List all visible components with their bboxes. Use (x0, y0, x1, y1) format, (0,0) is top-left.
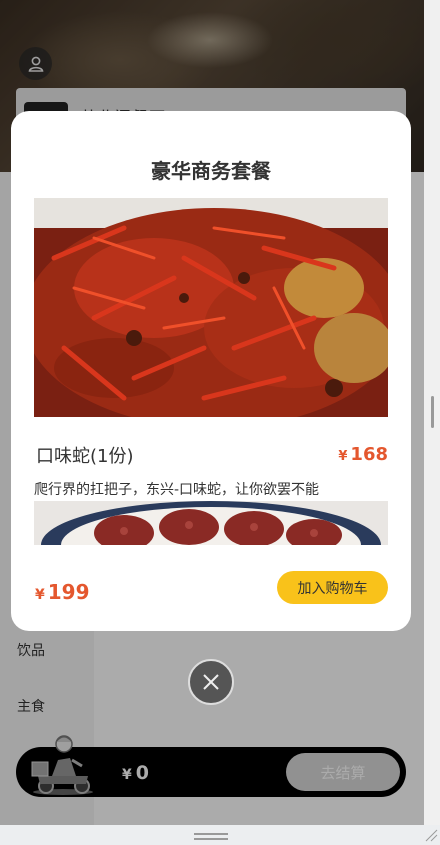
item-price-value: 168 (350, 444, 388, 465)
package-price-currency: ¥ (35, 587, 45, 603)
scrollbar-thumb[interactable] (431, 396, 434, 428)
item-price-currency: ¥ (338, 449, 348, 464)
resize-grip-line (194, 838, 228, 840)
item-description: 爬行界的扛把子，东兴-口味蛇，让你欲罢不能 (34, 482, 320, 498)
dish-image (34, 198, 388, 417)
add-to-cart-button[interactable]: 加入购物车 (277, 571, 388, 604)
resize-grip[interactable] (194, 833, 228, 835)
next-dish-image (34, 501, 388, 545)
close-modal-button[interactable] (188, 659, 234, 705)
package-price: ¥199 (35, 580, 90, 604)
item-name: 口味蛇(1份) (36, 446, 134, 467)
item-price: ¥168 (338, 444, 388, 465)
close-icon (203, 674, 219, 690)
resize-corner-icon[interactable] (424, 828, 438, 842)
window-bottom-bar (0, 825, 440, 845)
package-detail-modal: 豪华商务套餐 口味蛇(1份) ¥ 168 爬行界的扛把子，东兴-口味蛇，让你欲罢… (11, 111, 411, 631)
package-price-value: 199 (47, 580, 90, 604)
app-screen: 营业门餐厅 饮品 主食 ¥0 去结算 豪华商务套餐 (0, 0, 440, 845)
modal-title: 豪华商务套餐 (151, 159, 271, 183)
